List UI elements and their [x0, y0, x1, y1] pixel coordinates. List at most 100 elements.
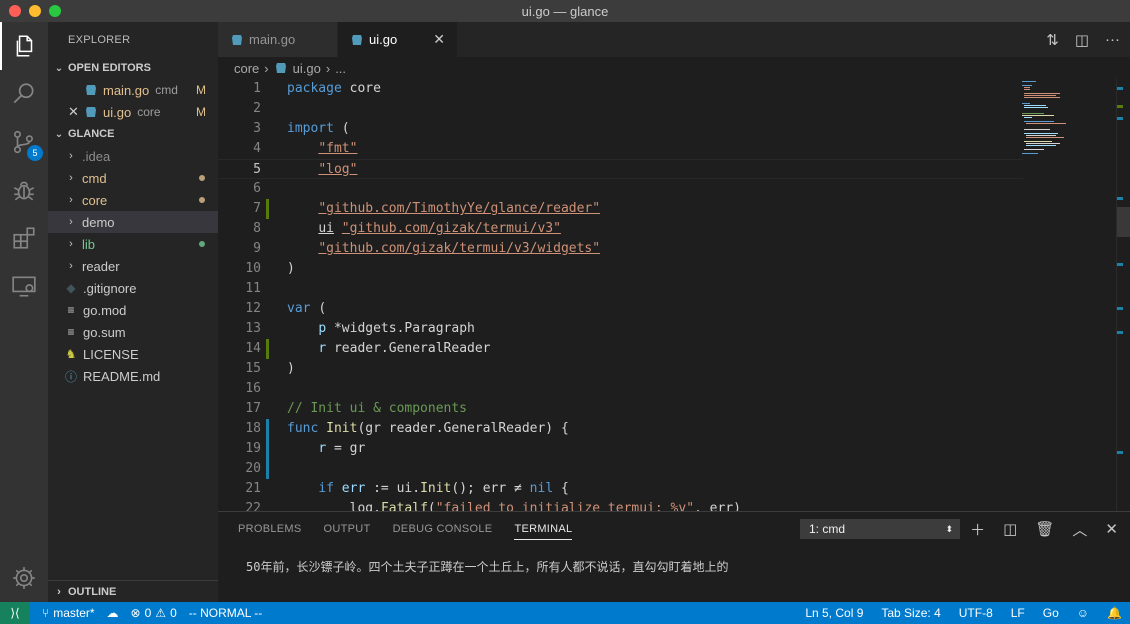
tree-item-gosum[interactable]: ≡ go.sum	[48, 321, 218, 343]
terminal-output[interactable]: 50年前，长沙镖子岭。四个土夫子正蹲在一个土丘上，所有人都不说话，直勾勾盯着地上…	[246, 558, 728, 575]
breadcrumb-file[interactable]: ui.go	[293, 61, 321, 76]
extensions-icon[interactable]	[0, 214, 48, 262]
open-editor-main-go[interactable]: main.go cmd M	[48, 79, 218, 101]
tree-item-core[interactable]: › core	[48, 189, 218, 211]
notifications-icon[interactable]: 🔔	[1107, 606, 1122, 620]
tree-item-idea[interactable]: › .idea	[48, 145, 218, 167]
tree-item-license[interactable]: ♞ LICENSE	[48, 343, 218, 365]
sync-icon[interactable]: ☁	[107, 606, 119, 620]
line-number: 1	[253, 81, 261, 96]
project-section[interactable]: ⌄ GLANCE	[48, 123, 218, 145]
editor-scrollbar[interactable]	[1116, 79, 1130, 511]
code-line[interactable]: 3 import (	[218, 119, 1023, 139]
line-number: 5	[253, 162, 261, 177]
code-line[interactable]: 15)	[218, 359, 1023, 379]
close-window-button[interactable]	[9, 5, 21, 17]
remote-icon[interactable]: ⟩⟨	[0, 602, 30, 624]
code-line[interactable]: 21 if err := ui.Init(); err ≠ nil {	[218, 479, 1023, 499]
files-icon[interactable]	[0, 22, 48, 70]
terminal-selector[interactable]: 1: cmd ⬍	[800, 519, 960, 539]
git-branch[interactable]: ⑂ master*	[42, 606, 95, 620]
branch-icon: ⑂	[42, 606, 50, 620]
tab-debug-console[interactable]: DEBUG CONSOLE	[393, 523, 493, 535]
more-actions-icon[interactable]: ···	[1105, 31, 1120, 48]
trash-icon[interactable]: 🗑	[1035, 520, 1054, 538]
cursor-position[interactable]: Ln 5, Col 9	[805, 606, 863, 620]
tree-item-demo[interactable]: › demo	[48, 211, 218, 233]
tab-output[interactable]: OUTPUT	[324, 523, 371, 535]
go-file-icon	[352, 34, 362, 45]
split-editor-icon[interactable]: ◫	[1075, 31, 1089, 49]
language-mode[interactable]: Go	[1043, 606, 1059, 620]
chevron-down-icon: ⌄	[54, 62, 64, 74]
feedback-icon[interactable]: ☺	[1077, 606, 1089, 620]
code-line[interactable]: 4 "fmt"	[218, 139, 1023, 159]
open-editor-name: ui.go	[103, 104, 132, 120]
tab-main-go[interactable]: main.go	[218, 22, 338, 57]
encoding[interactable]: UTF-8	[959, 606, 993, 620]
chevron-right-icon: ›	[69, 194, 73, 206]
code-line[interactable]: 11	[218, 279, 1023, 299]
close-icon[interactable]: ✕	[1105, 520, 1118, 538]
explorer-title: EXPLORER	[68, 33, 131, 46]
problems-indicator[interactable]: ⊗ 0 ⚠ 0	[131, 606, 177, 620]
tab-size[interactable]: Tab Size: 4	[881, 606, 940, 620]
code-line[interactable]: 10)	[218, 259, 1023, 279]
close-icon[interactable]: ✕	[68, 104, 84, 120]
code-editor[interactable]: 1 package core 2 3 import (4 "fmt" 5 "log" 6 7 …	[218, 79, 1130, 511]
search-icon[interactable]	[0, 70, 48, 118]
tree-item-readmemd[interactable]: ⓘ README.md	[48, 365, 218, 387]
source-control-icon[interactable]: 5	[0, 118, 48, 166]
vim-mode: -- NORMAL --	[188, 606, 263, 620]
remote-explorer-icon[interactable]	[0, 262, 48, 310]
tree-item-gomod[interactable]: ≡ go.mod	[48, 299, 218, 321]
code-line[interactable]: 14 r reader.GeneralReader	[218, 339, 1023, 359]
chevron-right-icon: ›	[69, 150, 73, 162]
tree-item-lib[interactable]: › lib	[48, 233, 218, 255]
code-line[interactable]: 16	[218, 379, 1023, 399]
code-line[interactable]: 12 var (	[218, 299, 1023, 319]
code-line[interactable]: 8 ui "github.com/gizak/termui/v3"	[218, 219, 1023, 239]
line-number: 9	[253, 241, 261, 256]
code-line[interactable]: 20	[218, 459, 1023, 479]
explorer-sidebar: EXPLORER ⌄ OPEN EDITORS main.go cmd M ✕ …	[48, 22, 218, 602]
code-line[interactable]: 5 "log"	[218, 159, 1023, 179]
open-editor-ui-go[interactable]: ✕ ui.go core M	[48, 101, 218, 123]
code-line[interactable]: 13 p *widgets.Paragraph	[218, 319, 1023, 339]
tab-problems[interactable]: PROBLEMS	[238, 523, 302, 535]
code-line[interactable]: 6	[218, 179, 1023, 199]
go-file-icon	[232, 34, 242, 45]
breadcrumb-folder[interactable]: core	[234, 61, 259, 76]
file-icon: ♞	[65, 347, 77, 361]
close-icon[interactable]: ✕	[433, 31, 445, 48]
git-status-dot	[199, 175, 205, 181]
code-line[interactable]: 2	[218, 99, 1023, 119]
tab-ui-go[interactable]: ui.go ✕	[338, 22, 458, 57]
new-terminal-icon[interactable]: ＋	[970, 519, 985, 540]
code-line[interactable]: 1 package core	[218, 79, 1023, 99]
code-line[interactable]: 22 log.Fatalf("failed to initialize term…	[218, 499, 1023, 511]
outline-section[interactable]: › OUTLINE	[48, 580, 218, 602]
breadcrumb-more[interactable]: ...	[335, 61, 346, 76]
code-line[interactable]: 9 "github.com/gizak/termui/v3/widgets"	[218, 239, 1023, 259]
scrollbar-thumb[interactable]	[1117, 207, 1130, 237]
minimize-window-button[interactable]	[29, 5, 41, 17]
code-line[interactable]: 19 r = gr	[218, 439, 1023, 459]
maximize-window-button[interactable]	[49, 5, 61, 17]
code-line[interactable]: 7 "github.com/TimothyYe/glance/reader"	[218, 199, 1023, 219]
split-terminal-icon[interactable]: ◫	[1003, 520, 1017, 538]
compare-changes-icon[interactable]: ⇅	[1046, 31, 1059, 49]
gear-icon[interactable]	[0, 554, 48, 602]
code-line[interactable]: 17 // Init ui & components	[218, 399, 1023, 419]
chevron-up-icon[interactable]: ︿	[1072, 519, 1087, 540]
tree-item-reader[interactable]: › reader	[48, 255, 218, 277]
minimap[interactable]	[1022, 79, 1114, 511]
tree-item-cmd[interactable]: › cmd	[48, 167, 218, 189]
code-line[interactable]: 18 func Init(gr reader.GeneralReader) {	[218, 419, 1023, 439]
tab-terminal[interactable]: TERMINAL	[514, 523, 573, 540]
code-text: r reader.GeneralReader	[318, 341, 491, 356]
debug-icon[interactable]	[0, 166, 48, 214]
open-editors-section[interactable]: ⌄ OPEN EDITORS	[48, 57, 218, 79]
line-ending[interactable]: LF	[1011, 606, 1025, 620]
tree-item-gitignore[interactable]: ◆ .gitignore	[48, 277, 218, 299]
